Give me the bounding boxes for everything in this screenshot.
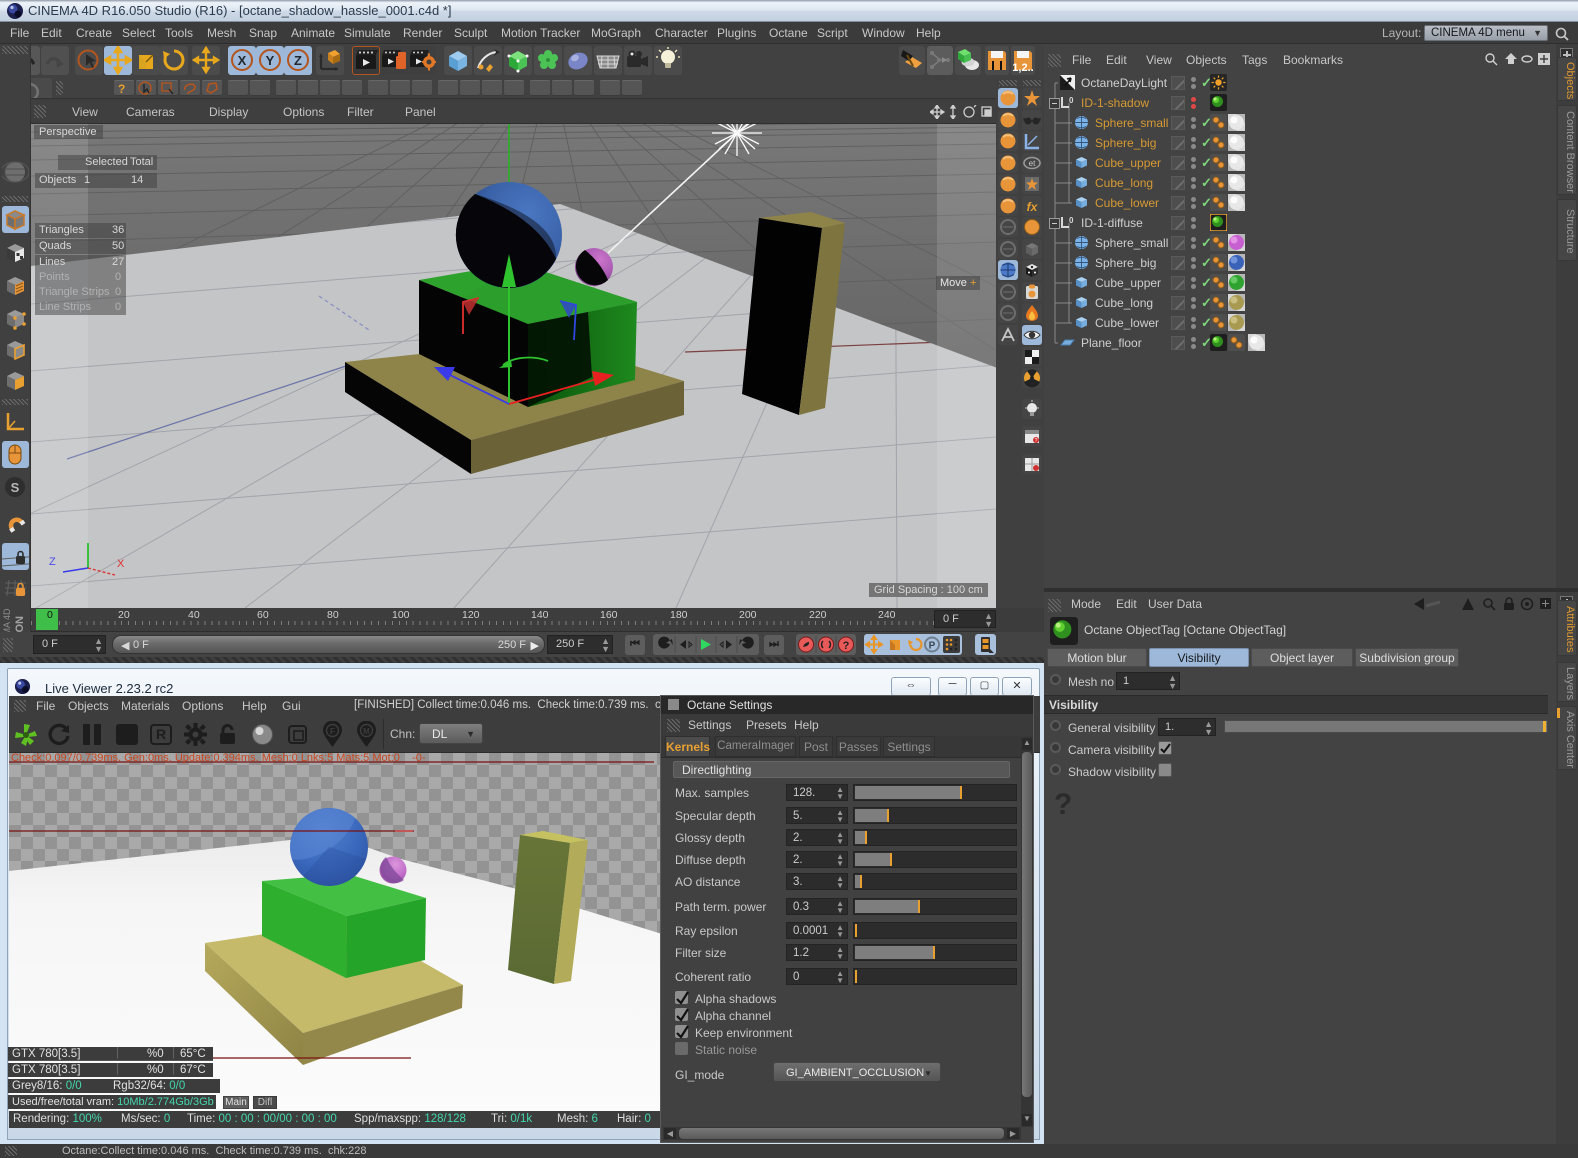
svg-text:F: F — [330, 727, 335, 736]
svg-text:Check:0.097/0.739ms. Gen:0ms.: Check:0.097/0.739ms. Gen:0ms. Update:0.3… — [11, 753, 426, 764]
svg-text:0: 0 — [1069, 96, 1074, 105]
svg-text:?: ? — [118, 82, 125, 96]
svg-text:S: S — [11, 480, 20, 495]
svg-text:et: et — [1029, 159, 1036, 168]
svg-text:1,2..: 1,2.. — [1012, 62, 1033, 74]
svg-text:M: M — [363, 727, 370, 736]
svg-text:fx: fx — [1027, 200, 1039, 214]
svg-text:Z: Z — [49, 556, 56, 568]
svg-text:X: X — [117, 558, 125, 570]
svg-text:Z: Z — [294, 53, 302, 68]
svg-text:P: P — [929, 641, 936, 652]
svg-text:X: X — [238, 53, 247, 68]
svg-text:Y: Y — [266, 53, 275, 68]
svg-text:?: ? — [1035, 438, 1038, 444]
svg-text:?: ? — [843, 640, 850, 652]
svg-text:0: 0 — [1069, 216, 1074, 225]
